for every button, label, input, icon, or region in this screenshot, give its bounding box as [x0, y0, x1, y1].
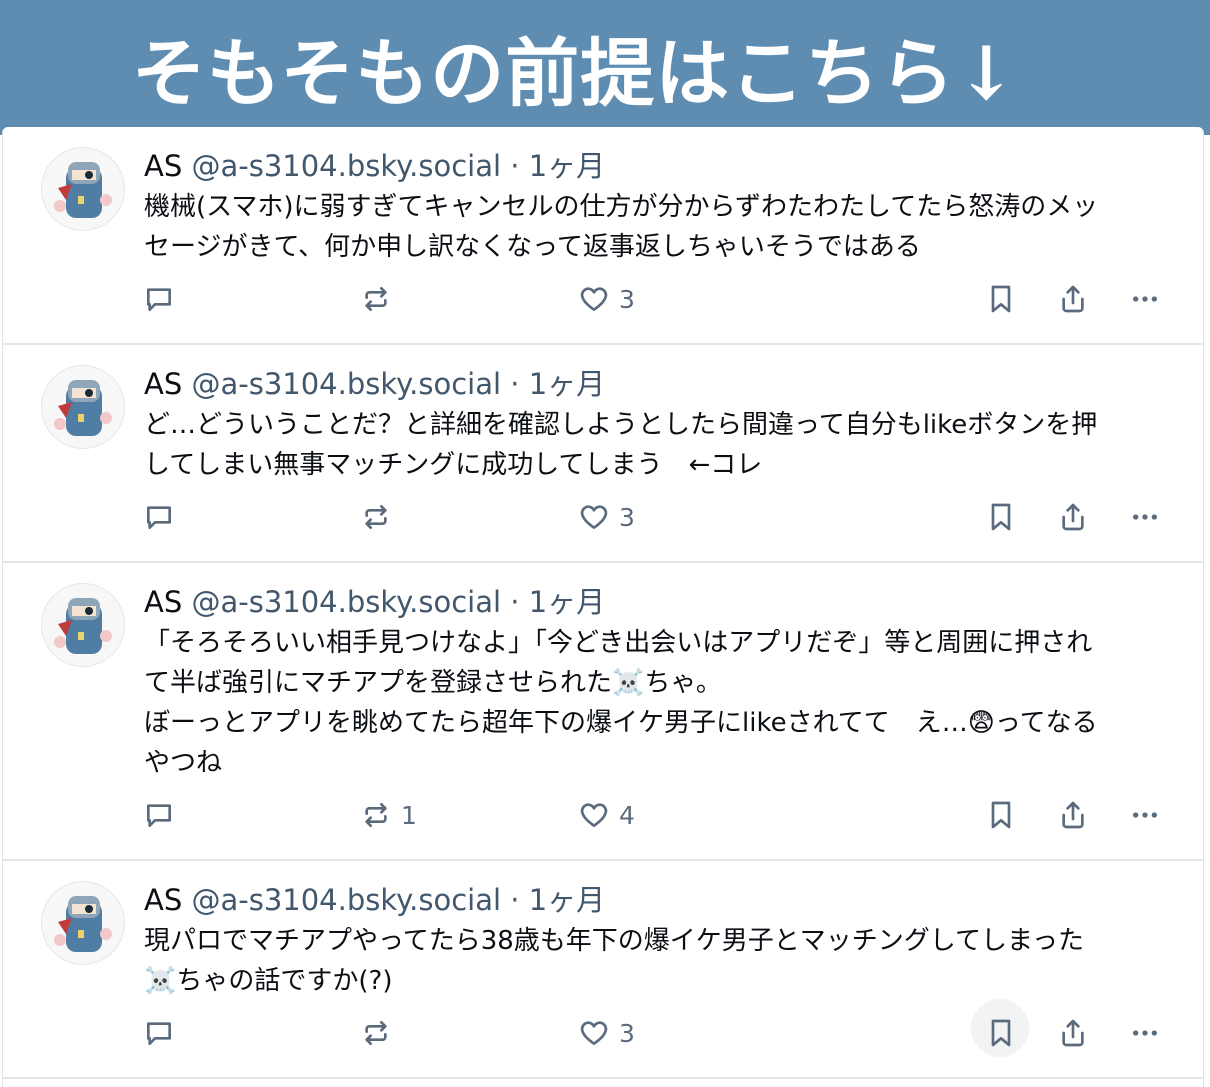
- post[interactable]: AS @a-s3104.bsky.social · 1ヶ月 「そろそろいい相手見…: [3, 563, 1203, 861]
- post[interactable]: AS @a-s3104.bsky.social · 1ヶ月 ど…どういうことだ？…: [3, 345, 1203, 563]
- more-icon: [1133, 812, 1157, 818]
- post-header: AS @a-s3104.bsky.social · 1ヶ月: [144, 585, 606, 619]
- handle[interactable]: @a-s3104.bsky.social: [191, 883, 501, 917]
- avatar[interactable]: [41, 147, 125, 231]
- avatar-image: [54, 598, 112, 654]
- avatar-image: [54, 896, 112, 952]
- heart-icon: [580, 287, 608, 311]
- post-header: AS @a-s3104.bsky.social · 1ヶ月: [144, 883, 606, 917]
- bookmark-button[interactable]: [985, 279, 1017, 319]
- share-icon: [1062, 1019, 1084, 1047]
- share-button[interactable]: [1057, 497, 1089, 537]
- heart-icon: [580, 803, 608, 827]
- avatar[interactable]: [41, 881, 125, 965]
- post-actions: 1 4: [3, 795, 1203, 835]
- repost-button[interactable]: [360, 497, 401, 537]
- reply-icon: [147, 288, 171, 311]
- like-button[interactable]: 3: [578, 497, 635, 537]
- post-actions: 3: [3, 999, 1203, 1057]
- more-button[interactable]: [1129, 279, 1161, 319]
- reply-button[interactable]: [143, 279, 184, 319]
- handle[interactable]: @a-s3104.bsky.social: [191, 149, 501, 183]
- share-icon: [1062, 503, 1084, 531]
- display-name[interactable]: AS: [144, 585, 182, 619]
- timestamp[interactable]: 1ヶ月: [529, 367, 605, 401]
- bookmark-icon: [991, 285, 1011, 313]
- heart-icon: [580, 1021, 608, 1045]
- bookmark-icon: [991, 1019, 1011, 1047]
- share-icon: [1062, 801, 1084, 829]
- post-actions: 3: [3, 497, 1203, 537]
- reply-icon: [147, 506, 171, 529]
- reply-icon: [147, 804, 171, 827]
- post-header: AS @a-s3104.bsky.social · 1ヶ月: [144, 149, 606, 183]
- post-actions: 3: [3, 279, 1203, 319]
- share-button[interactable]: [1057, 279, 1089, 319]
- reply-button[interactable]: [143, 795, 184, 835]
- reply-button[interactable]: [143, 497, 184, 537]
- bookmark-button[interactable]: [985, 795, 1017, 835]
- banner: そもそもの前提はこちら↓: [0, 0, 1210, 135]
- reply-icon: [147, 1022, 171, 1045]
- like-button[interactable]: 4: [578, 795, 635, 835]
- repost-icon: [365, 287, 387, 311]
- more-button[interactable]: [1129, 795, 1161, 835]
- display-name[interactable]: AS: [144, 883, 182, 917]
- post-text: ど…どういうことだ？と詳細を確認しようとしたら間違って自分もlikeボタンを押 …: [144, 410, 1098, 480]
- avatar-image: [54, 380, 112, 436]
- bookmark-icon: [991, 801, 1011, 829]
- repost-button[interactable]: [360, 279, 401, 319]
- repost-button[interactable]: 1: [360, 795, 417, 835]
- heart-icon: [580, 505, 608, 529]
- handle[interactable]: @a-s3104.bsky.social: [191, 367, 501, 401]
- post-text: 現パロでマチアプやってたら38歳も年下の爆イケ男子とマッチングしてしまった ☠️…: [144, 926, 1084, 996]
- repost-icon: [365, 1021, 387, 1045]
- reply-button[interactable]: [143, 1013, 184, 1053]
- display-name[interactable]: AS: [144, 367, 182, 401]
- repost-count: 1: [401, 800, 417, 830]
- handle[interactable]: @a-s3104.bsky.social: [191, 585, 501, 619]
- post-text: 「そろそろいい相手見つけなよ」「今どき出会いはアプリだぞ」等と周囲に押され て半…: [144, 628, 1098, 778]
- timestamp[interactable]: 1ヶ月: [529, 883, 605, 917]
- repost-button[interactable]: [360, 1013, 401, 1053]
- more-icon: [1133, 514, 1157, 520]
- repost-icon: [365, 505, 387, 529]
- more-icon: [1133, 296, 1157, 302]
- avatar-image: [54, 162, 112, 218]
- post-header: AS @a-s3104.bsky.social · 1ヶ月: [144, 367, 606, 401]
- share-button[interactable]: [1057, 795, 1089, 835]
- more-button[interactable]: [1129, 497, 1161, 537]
- share-icon: [1062, 285, 1084, 313]
- timestamp[interactable]: 1ヶ月: [529, 585, 605, 619]
- avatar[interactable]: [41, 365, 125, 449]
- like-button[interactable]: 3: [578, 1013, 635, 1053]
- bookmark-button[interactable]: [971, 999, 1029, 1057]
- timestamp[interactable]: 1ヶ月: [529, 149, 605, 183]
- post-text: 機械(スマホ)に弱すぎてキャンセルの仕方が分からずわたわたしてたら怒涛のメッ セ…: [144, 192, 1099, 262]
- more-button[interactable]: [1129, 1013, 1161, 1053]
- like-button[interactable]: 3: [578, 279, 635, 319]
- post[interactable]: AS @a-s3104.bsky.social · 1ヶ月 機械(スマホ)に弱す…: [3, 127, 1203, 345]
- bookmark-button[interactable]: [985, 497, 1017, 537]
- more-icon: [1133, 1030, 1157, 1036]
- feed: AS @a-s3104.bsky.social · 1ヶ月 機械(スマホ)に弱す…: [2, 127, 1204, 1087]
- bookmark-icon: [991, 503, 1011, 531]
- repost-icon: [365, 803, 387, 827]
- banner-title: そもそもの前提はこちら↓: [131, 31, 1019, 117]
- like-count: 4: [619, 800, 635, 830]
- post[interactable]: AS @a-s3104.bsky.social · 1ヶ月 現パロでマチアプやっ…: [3, 861, 1203, 1079]
- share-button[interactable]: [1057, 1013, 1089, 1053]
- avatar[interactable]: [41, 583, 125, 667]
- display-name[interactable]: AS: [144, 149, 182, 183]
